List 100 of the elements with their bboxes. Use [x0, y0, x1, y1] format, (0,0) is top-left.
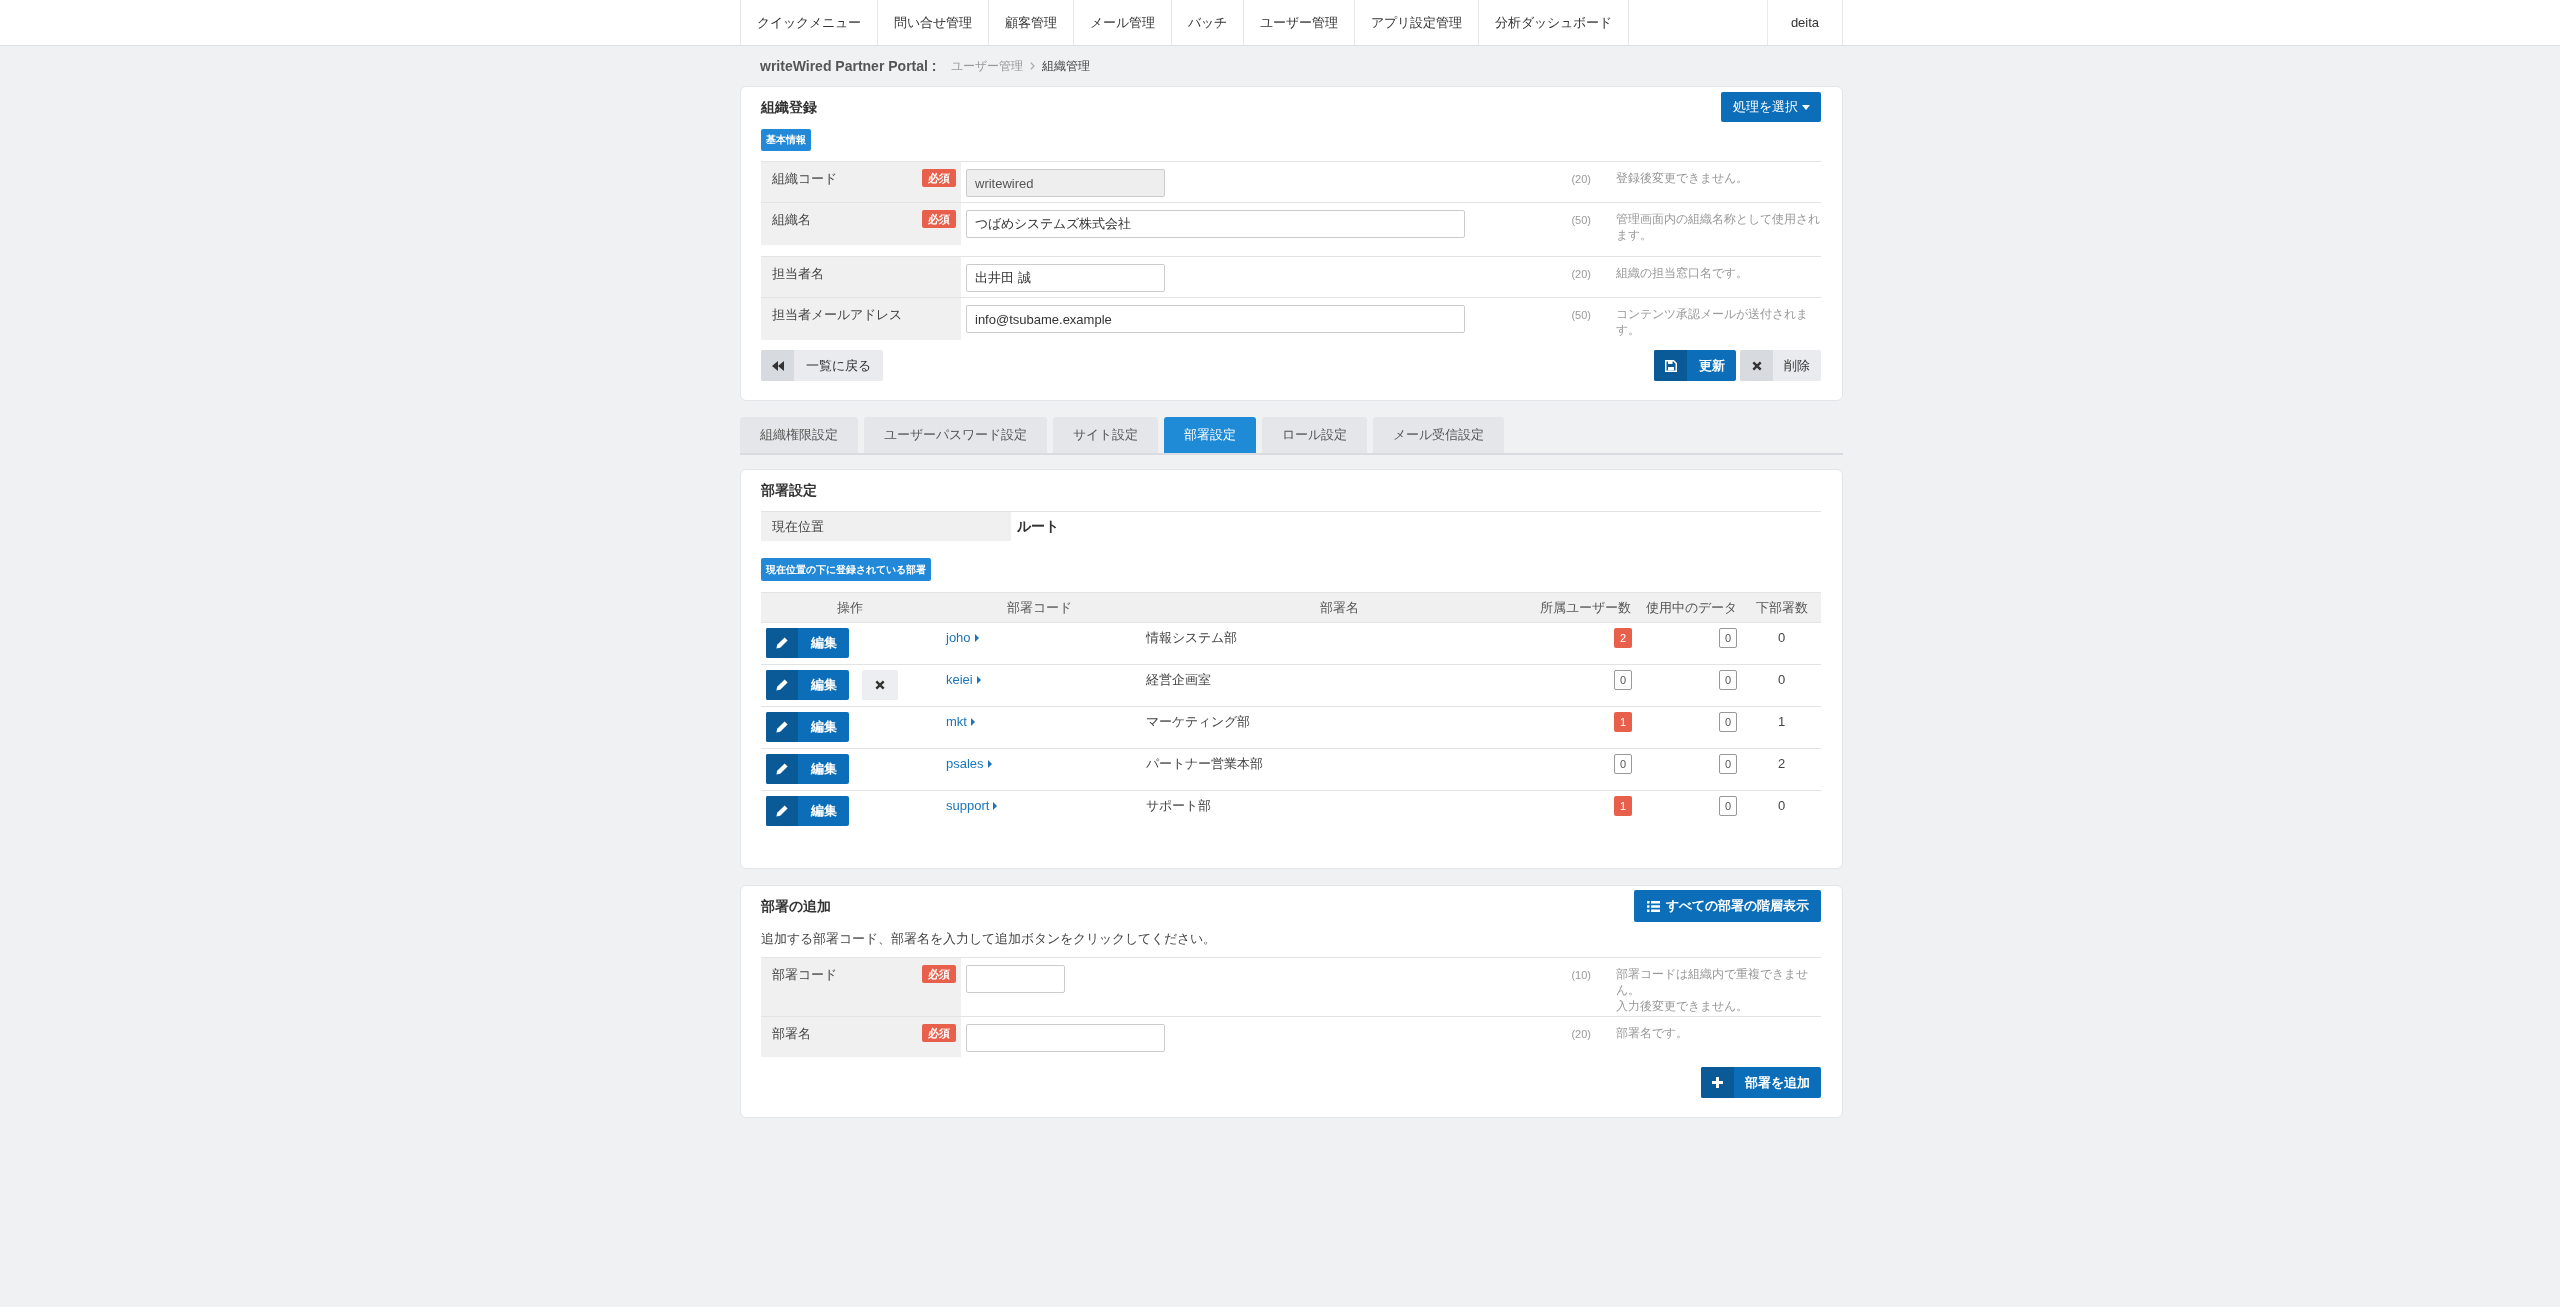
max-length-hint: (50): [1571, 308, 1591, 323]
nav-menu-item[interactable]: 顧客管理: [989, 0, 1074, 45]
nav-menu-item[interactable]: メール管理: [1074, 0, 1172, 45]
tab[interactable]: 組織権限設定: [740, 417, 858, 453]
department-code-link[interactable]: psales: [946, 754, 992, 774]
sub-department-count: 0: [1777, 797, 1786, 815]
column-header: 所属ユーザー数: [1540, 598, 1631, 617]
required-badge: 必須: [922, 965, 956, 983]
edit-button[interactable]: 編集: [766, 796, 849, 826]
portal-title: writeWired Partner Portal :: [760, 56, 937, 76]
user-count-badge: 1: [1614, 796, 1632, 816]
panel-title: 組織登録: [761, 97, 817, 117]
nav-menu-item[interactable]: 分析ダッシュボード: [1479, 0, 1629, 45]
pencil-icon: [776, 721, 788, 733]
cross-icon: [875, 680, 885, 690]
help-text: 組織の担当窓口名です。: [1616, 266, 1748, 281]
field-label: 部署コード: [772, 966, 837, 984]
field-label: 担当者名: [772, 265, 824, 283]
department-name: サポート部: [1146, 798, 1211, 813]
field-label: 組織コード: [772, 170, 837, 188]
column-header: 部署コード: [1007, 598, 1072, 617]
department-name: パートナー営業本部: [1146, 756, 1263, 771]
section-badge: 現在位置の下に登録されている部署: [761, 558, 931, 581]
required-badge: 必須: [922, 1024, 956, 1042]
max-length-hint: (20): [1571, 1027, 1591, 1042]
user-menu[interactable]: deita: [1767, 0, 1843, 45]
tab[interactable]: サイト設定: [1053, 417, 1158, 453]
help-text: 部署コードは組織内で重複できません。: [1616, 967, 1809, 998]
edit-button[interactable]: 編集: [766, 670, 849, 700]
max-length-hint: (10): [1571, 968, 1591, 983]
edit-button[interactable]: 編集: [766, 712, 849, 742]
pencil-icon: [776, 637, 788, 649]
help-text: 管理画面内の組織名称として使用されます。: [1616, 212, 1821, 243]
max-length-hint: (20): [1571, 172, 1591, 187]
help-text: コンテンツ承認メールが送付されます。: [1616, 307, 1809, 338]
nav-menu-item[interactable]: ユーザー管理: [1244, 0, 1355, 45]
tab[interactable]: ユーザーパスワード設定: [864, 417, 1047, 453]
column-header: 使用中のデータ: [1646, 598, 1737, 617]
nav-menu-item[interactable]: クイックメニュー: [740, 0, 878, 45]
delete-row-button[interactable]: [862, 670, 898, 700]
edit-button[interactable]: 編集: [766, 628, 849, 658]
data-count-badge: 0: [1718, 754, 1737, 774]
tab[interactable]: メール受信設定: [1373, 417, 1504, 453]
pencil-icon: [776, 679, 788, 691]
required-badge: 必須: [922, 169, 956, 187]
save-button[interactable]: 更新: [1654, 350, 1736, 381]
user-count-badge: 0: [1613, 670, 1632, 690]
field-label: 担当者メールアドレス: [772, 306, 902, 324]
sub-department-count: 1: [1777, 713, 1786, 731]
delete-button[interactable]: 削除: [1740, 350, 1821, 381]
pencil-icon: [776, 763, 788, 775]
field-label: 組織名: [772, 211, 811, 229]
plus-icon: [1712, 1077, 1723, 1088]
nav-menu-item[interactable]: バッチ: [1172, 0, 1244, 45]
caret-right-icon: [970, 718, 975, 726]
sub-department-count: 0: [1777, 629, 1786, 647]
caret-right-icon: [974, 634, 979, 642]
tab[interactable]: 部署設定: [1164, 417, 1256, 453]
user-count-badge: 1: [1614, 712, 1632, 732]
instruction-text: 追加する部署コード、部署名を入力して追加ボタンをクリックしてください。: [761, 931, 1216, 946]
nav-menu-item[interactable]: 問い合せ管理: [878, 0, 989, 45]
field-label: 部署名: [772, 1025, 811, 1043]
edit-button[interactable]: 編集: [766, 754, 849, 784]
data-count-badge: 0: [1718, 796, 1737, 816]
sub-department-count: 2: [1777, 755, 1786, 773]
sub-department-count: 0: [1777, 671, 1786, 689]
department-code-link[interactable]: joho: [946, 628, 979, 648]
panel-title: 部署設定: [761, 480, 817, 500]
caret-right-icon: [987, 760, 992, 768]
action-menu-button[interactable]: 処理を選択: [1721, 92, 1821, 122]
current-location: ルート: [1017, 517, 1059, 536]
section-badge: 基本情報: [761, 129, 811, 151]
user-count-badge: 0: [1613, 754, 1632, 774]
input-field[interactable]: つばめシステムズ株式会社: [966, 210, 1465, 238]
backward-icon: [771, 360, 784, 371]
input-field[interactable]: [966, 965, 1065, 993]
max-length-hint: (20): [1571, 267, 1591, 282]
input-field[interactable]: [966, 1024, 1165, 1052]
department-code-link[interactable]: keiei: [946, 670, 981, 690]
required-badge: 必須: [922, 210, 956, 228]
add-department-button[interactable]: 部署を追加: [1701, 1067, 1821, 1098]
department-code-link[interactable]: support: [946, 796, 998, 816]
help-text: 入力後変更できません。: [1616, 999, 1748, 1014]
field-label: 現在位置: [772, 517, 824, 536]
department-code-link[interactable]: mkt: [946, 712, 975, 732]
chevron-right-icon: [1030, 62, 1036, 70]
nav-menu-item[interactable]: アプリ設定管理: [1355, 0, 1479, 45]
hierarchy-view-button[interactable]: すべての部署の階層表示: [1634, 890, 1821, 922]
data-count-badge: 0: [1718, 670, 1737, 690]
input-field[interactable]: 出井田 誠: [966, 264, 1165, 292]
input-field[interactable]: info@tsubame.example: [966, 305, 1465, 333]
caret-down-icon: [1801, 104, 1810, 110]
panel-title: 部署の追加: [761, 896, 831, 916]
caret-right-icon: [993, 802, 998, 810]
back-button[interactable]: 一覧に戻る: [761, 350, 883, 381]
breadcrumb-item[interactable]: 組織管理: [1042, 57, 1091, 75]
column-header: 下部署数: [1755, 598, 1808, 617]
tab[interactable]: ロール設定: [1262, 417, 1367, 453]
max-length-hint: (50): [1571, 213, 1591, 228]
pencil-icon: [776, 805, 788, 817]
